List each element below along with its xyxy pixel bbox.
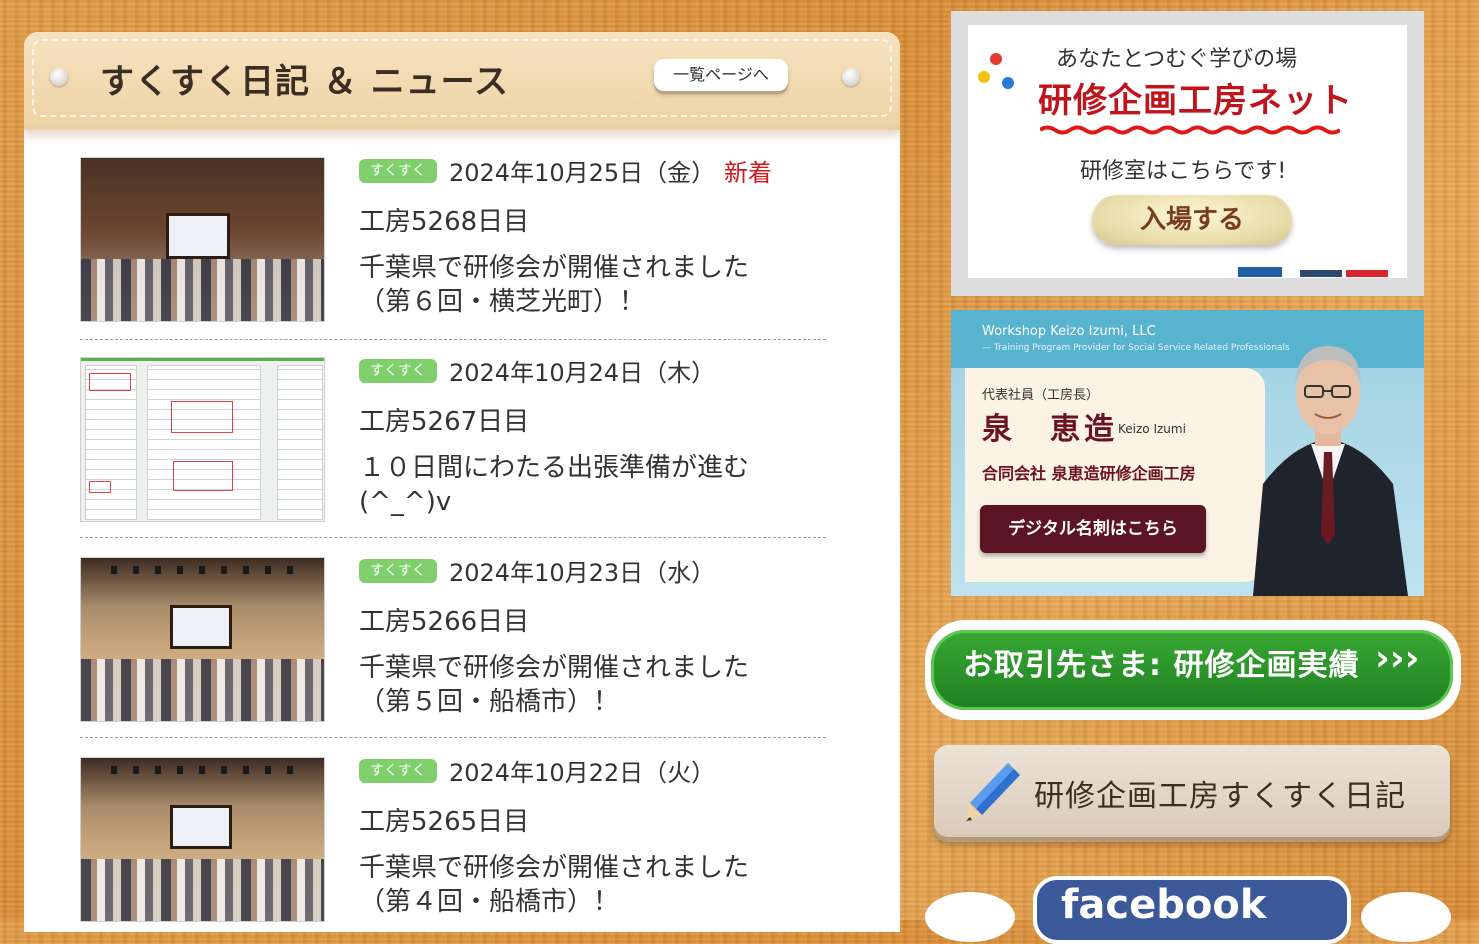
digital-card-button[interactable]: デジタル名刺はこちら (980, 505, 1206, 553)
news-entry[interactable]: すくすく 2024年10月24日（木） 工房5267日目 １０日間にわたる出張準… (80, 357, 826, 557)
cloud-left (925, 892, 1015, 942)
category-tag[interactable]: すくすく (359, 559, 437, 583)
triple-chevron-right-icon: ››› (1375, 638, 1420, 679)
entry-date: 2024年10月22日（火） (449, 759, 716, 787)
list-page-button[interactable]: 一覧ページへ (654, 59, 788, 91)
entry-thumbnail[interactable] (80, 357, 325, 522)
meeting-hall-photo (81, 758, 324, 921)
entry-day-title[interactable]: 工房5265日目 (359, 801, 529, 838)
projector-screen (173, 808, 229, 846)
news-title: すくすく日記 ＆ ニュース (100, 62, 509, 102)
entry-day-title[interactable]: 工房5267日目 (359, 401, 529, 438)
entry-summary[interactable]: 千葉県で研修会が開催されました（第４回・船橋市）！ (359, 851, 799, 919)
entry-thumbnail[interactable] (80, 557, 325, 722)
header-dot-left (50, 68, 68, 86)
category-tag[interactable]: すくすく (359, 159, 437, 183)
category-tag[interactable]: すくすく (359, 759, 437, 783)
entry-divider (80, 339, 826, 340)
projector-screen (169, 216, 227, 256)
net-banner[interactable]: あなたとつむぐ学びの場 研修企画工房ネット 研修室はこちらです! 入場する (951, 11, 1424, 296)
diary-button[interactable]: 研修企画工房すくすく日記 (934, 745, 1450, 837)
entry-divider (80, 537, 826, 538)
entry-summary[interactable]: １０日間にわたる出張準備が進む(^_^)v (359, 451, 799, 519)
pencil-icon (966, 763, 1020, 821)
news-entry[interactable]: すくすく 2024年10月23日（水） 工房5266日目 千葉県で研修会が開催さ… (80, 557, 826, 757)
decorative-bars (1238, 267, 1388, 277)
ceiling-lights (111, 766, 294, 774)
room-text: 研修室はこちらです! (1080, 159, 1287, 184)
net-banner-title: 研修企画工房ネット (1038, 81, 1353, 121)
category-tag[interactable]: すくすく (359, 359, 437, 383)
entry-date: 2024年10月23日（水） (449, 559, 716, 587)
audience (81, 859, 324, 921)
net-banner-inner: あなたとつむぐ学びの場 研修企画工房ネット 研修室はこちらです! 入場する (968, 25, 1407, 278)
portrait-photo (1253, 346, 1408, 596)
net-banner-subtitle: あなたとつむぐ学びの場 (1056, 47, 1298, 72)
news-panel: すくすく日記 ＆ ニュース 一覧ページへ すくすく 2024年10月25日（金）… (24, 32, 900, 932)
entry-divider (80, 737, 826, 738)
profile-banner[interactable]: Workshop Keizo Izumi, LLC — Training Pro… (951, 310, 1424, 596)
entry-date: 2024年10月24日（木） (449, 359, 716, 387)
projector-screen (173, 608, 229, 646)
facebook-button[interactable]: facebook (925, 872, 1461, 944)
logo-dot-blue (1002, 77, 1014, 89)
diary-button-label: 研修企画工房すくすく日記 (1034, 779, 1406, 814)
clients-button-label: お取引先さま: 研修企画実績 (963, 648, 1360, 683)
entry-summary[interactable]: 千葉県で研修会が開催されました（第５回・船橋市）！ (359, 651, 799, 719)
meeting-hall-photo (81, 558, 324, 721)
cloud-right (1361, 892, 1451, 942)
news-entry[interactable]: すくすく 2024年10月22日（火） 工房5265日目 千葉県で研修会が開催さ… (80, 757, 826, 932)
profile-company: 合同会社 泉恵造研修企画工房 (982, 464, 1196, 483)
audience (81, 659, 324, 721)
entry-date: 2024年10月25日（金） (449, 159, 716, 187)
entry-thumbnail[interactable] (80, 757, 325, 922)
news-panel-header: すくすく日記 ＆ ニュース 一覧ページへ (24, 32, 900, 130)
logo-dot-yellow (978, 71, 990, 83)
facebook-logo-text: facebook (1061, 882, 1267, 928)
document-photo (81, 358, 324, 521)
header-dot-right (842, 68, 860, 86)
logo-dot-red (990, 53, 1002, 65)
profile-name: 泉 恵造 (982, 412, 1118, 447)
red-wave-underline (1040, 125, 1340, 135)
company-name-en: Workshop Keizo Izumi, LLC (982, 324, 1156, 339)
entry-summary[interactable]: 千葉県で研修会が開催されました（第６回・横芝光町）！ (359, 251, 799, 319)
enter-button[interactable]: 入場する (1092, 195, 1292, 245)
meeting-hall-photo (81, 158, 324, 321)
audience (81, 259, 324, 321)
entry-thumbnail[interactable] (80, 157, 325, 322)
profile-name-en: Keizo Izumi (1118, 422, 1186, 436)
entry-day-title[interactable]: 工房5268日目 (359, 201, 529, 238)
clients-button[interactable]: お取引先さま: 研修企画実績 ››› (925, 620, 1461, 720)
news-entry[interactable]: すくすく 2024年10月25日（金） 新着 工房5268日目 千葉県で研修会が… (80, 157, 826, 357)
profile-role: 代表社員（工房長） (982, 388, 1100, 403)
new-badge: 新着 (724, 159, 772, 187)
entry-day-title[interactable]: 工房5266日目 (359, 601, 529, 638)
ceiling-lights (111, 566, 294, 574)
